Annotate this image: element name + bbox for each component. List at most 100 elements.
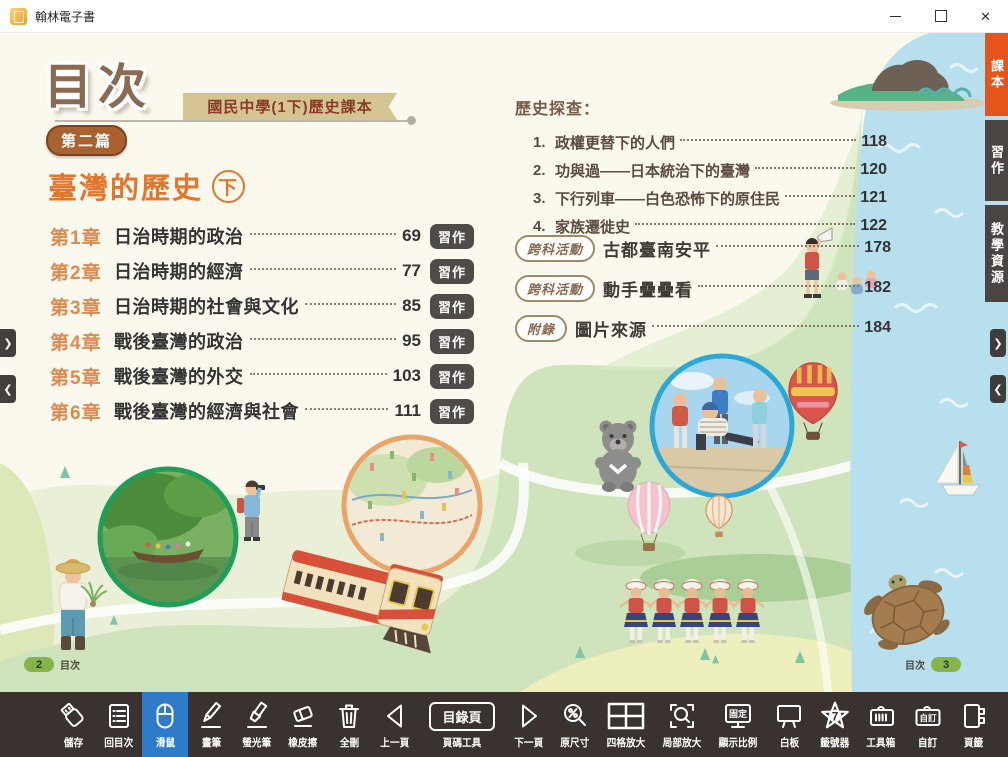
workbook-badge[interactable]: 習作 xyxy=(430,224,474,249)
mouse-tool-button[interactable]: 滑鼠 xyxy=(142,692,188,757)
dot-leader xyxy=(635,223,855,225)
eraser-tool-button[interactable]: 橡皮擦 xyxy=(280,692,326,757)
dot-leader xyxy=(250,268,397,270)
whiteboard-icon xyxy=(774,698,804,734)
explore-row[interactable]: 1. 政權更替下的人們 118 xyxy=(533,128,887,156)
explore-title: 政權更替下的人們 xyxy=(555,132,675,153)
right-panel-expand-button[interactable]: ❯ xyxy=(990,329,1006,357)
highlighter-icon xyxy=(242,698,272,734)
chapter-page: 111 xyxy=(394,401,421,421)
old-map-illustration-circle xyxy=(344,437,480,573)
dot-leader xyxy=(305,303,396,305)
workbook-badge[interactable]: 習作 xyxy=(430,294,474,319)
chapter-number: 第2章 xyxy=(50,258,114,285)
activity-title: 圖片來源 xyxy=(575,316,647,341)
page-tabs-button[interactable]: 頁籤 xyxy=(950,692,996,757)
chapter-row[interactable]: 第4章 戰後臺灣的政治 95 習作 xyxy=(50,328,474,354)
page-number-tool-button[interactable]: 目錄頁 頁碼工具 xyxy=(418,692,506,757)
activity-badge: 跨科活動 xyxy=(515,275,595,302)
next-page-button[interactable]: 下一頁 xyxy=(506,692,552,757)
chapter-page: 69 xyxy=(402,226,421,246)
left-page-number-pill: 2 xyxy=(24,657,54,672)
pen-tool-button[interactable]: 畫筆 xyxy=(188,692,234,757)
workbook-badge[interactable]: 習作 xyxy=(430,259,474,284)
back-to-toc-button[interactable]: 回目次 xyxy=(96,692,142,757)
activity-row[interactable]: 附錄 圖片來源 184 xyxy=(515,313,891,343)
chapter-page: 77 xyxy=(402,261,421,281)
title-rule xyxy=(55,120,407,122)
left-panel-collapse-button[interactable]: ❮ xyxy=(0,375,16,403)
chapter-title: 日治時期的政治 xyxy=(114,223,244,249)
tab-teaching-resources[interactable]: 教學資源 xyxy=(985,205,1008,302)
chapter-row[interactable]: 第1章 日治時期的政治 69 習作 xyxy=(50,223,474,249)
chapter-list: 第1章 日治時期的政治 69 習作 第2章 日治時期的經濟 77 習作 第3章 … xyxy=(50,223,474,433)
dot-leader xyxy=(652,325,859,327)
number-picker-star-icon: 7 xyxy=(819,698,851,734)
workbook-badge[interactable]: 習作 xyxy=(430,364,474,389)
display-scale-button[interactable]: 固定 顯示比例 xyxy=(710,692,766,757)
activity-row[interactable]: 跨科活動 古都臺南安平 178 xyxy=(515,233,891,263)
original-size-button[interactable]: 原尺寸 xyxy=(552,692,598,757)
current-page-label[interactable]: 目錄頁 xyxy=(429,702,494,731)
workbook-badge[interactable]: 習作 xyxy=(430,329,474,354)
quad-magnify-button[interactable]: 四格放大 xyxy=(598,692,654,757)
svg-text:自訂: 自訂 xyxy=(919,713,937,723)
explore-title: 功與過——日本統治下的臺灣 xyxy=(555,160,750,181)
delete-all-button[interactable]: 全刪 xyxy=(326,692,372,757)
next-page-icon xyxy=(514,698,544,734)
dot-leader xyxy=(680,139,856,141)
chapter-page: 85 xyxy=(402,296,421,316)
farmer-illustration xyxy=(56,559,107,650)
whiteboard-button[interactable]: 白板 xyxy=(766,692,812,757)
original-size-icon xyxy=(560,698,590,734)
explore-number: 1. xyxy=(533,134,555,151)
activity-page: 178 xyxy=(864,239,891,257)
bear-illustration xyxy=(595,421,641,493)
right-page-footer: 目次 3 xyxy=(905,657,961,672)
chapter-row[interactable]: 第3章 日治時期的社會與文化 85 習作 xyxy=(50,293,474,319)
minimize-button[interactable] xyxy=(873,0,918,33)
page-number-tool-icon: 目錄頁 xyxy=(429,698,494,734)
svg-text:7: 7 xyxy=(832,710,839,723)
explore-title: 下行列車——白色恐怖下的原住民 xyxy=(555,188,780,209)
titlebar: 翰林電子書 ✕ xyxy=(0,0,1008,33)
red-hot-air-balloon xyxy=(789,363,837,440)
chapter-number: 第5章 xyxy=(50,363,114,390)
activity-page: 184 xyxy=(864,319,891,337)
right-panel-collapse-button[interactable]: ❮ xyxy=(990,375,1006,403)
chapter-row[interactable]: 第5章 戰後臺灣的外交 103 習作 xyxy=(50,363,474,389)
toolbox-button[interactable]: 工具箱 xyxy=(858,692,904,757)
explore-number: 2. xyxy=(533,162,555,179)
maximize-button[interactable] xyxy=(918,0,963,33)
prev-page-button[interactable]: 上一頁 xyxy=(372,692,418,757)
highlighter-tool-button[interactable]: 螢光筆 xyxy=(234,692,280,757)
left-panel-expand-button[interactable]: ❯ xyxy=(0,329,16,357)
appendix-badge: 附錄 xyxy=(515,315,567,342)
explore-page: 118 xyxy=(861,133,887,151)
chapter-row[interactable]: 第2章 日治時期的經濟 77 習作 xyxy=(50,258,474,284)
dot-leader xyxy=(250,233,397,235)
activity-row[interactable]: 跨科活動 動手疊疊看 182 xyxy=(515,273,891,303)
pink-hot-air-balloon xyxy=(628,482,670,551)
save-button[interactable]: 儲存 xyxy=(50,692,96,757)
aboriginal-dancers-illustration xyxy=(620,579,764,643)
section-badge: 第二篇 xyxy=(46,125,127,156)
right-page-footer-label: 目次 xyxy=(905,657,925,672)
toc-page-title: 目次 xyxy=(44,47,152,117)
usb-save-icon xyxy=(58,698,88,734)
close-button[interactable]: ✕ xyxy=(963,0,1008,33)
region-magnify-button[interactable]: 局部放大 xyxy=(654,692,710,757)
custom-toolbox-button[interactable]: 自訂 自訂 xyxy=(904,692,950,757)
tab-workbook[interactable]: 習作 xyxy=(985,120,1008,201)
section-title: 臺灣的歷史 下 xyxy=(48,165,245,207)
page-tabs-icon xyxy=(958,698,988,734)
quad-magnify-icon xyxy=(606,698,646,734)
number-picker-button[interactable]: 7 籤號器 xyxy=(812,692,858,757)
workbook-badge[interactable]: 習作 xyxy=(430,399,474,424)
tab-textbook[interactable]: 課本 xyxy=(985,33,1008,116)
dot-leader xyxy=(305,408,388,410)
explore-row[interactable]: 2. 功與過——日本統治下的臺灣 120 xyxy=(533,156,887,184)
explore-row[interactable]: 3. 下行列車——白色恐怖下的原住民 121 xyxy=(533,184,887,212)
left-page-footer-label: 目次 xyxy=(60,657,80,672)
chapter-row[interactable]: 第6章 戰後臺灣的經濟與社會 111 習作 xyxy=(50,398,474,424)
